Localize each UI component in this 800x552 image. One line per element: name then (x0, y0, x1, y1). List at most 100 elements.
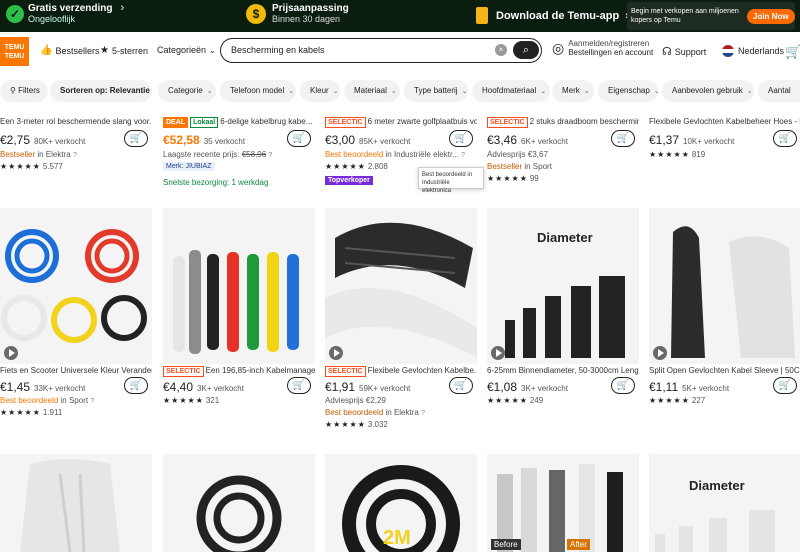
review-count: 5.577 (42, 162, 63, 171)
product-title[interactable]: SELECTIC Flexibele Gevlochten Kabelbe... (325, 366, 477, 377)
main-material-chip[interactable]: Hoofdmateriaal ⌄ (472, 80, 550, 102)
material-chip[interactable]: Materiaal ⌄ (344, 80, 400, 102)
language-selector[interactable]: Nederlands (722, 45, 784, 57)
rank-category: in Industriële elektr... (383, 150, 459, 159)
price-adjust-subtitle: Binnen 30 dagen (272, 14, 341, 24)
product-card[interactable]: SELECTIC2 stuks draadboom bescherming...… (487, 110, 639, 190)
product-title[interactable]: 6-25mm Binnendiameter, 50-3000cm Leng... (487, 366, 639, 375)
temu-logo[interactable]: ТЕМU TEMU (0, 37, 29, 66)
product-image[interactable] (0, 208, 152, 364)
account-signin-label: Aanmelden/registreren (568, 39, 650, 48)
add-to-cart-button[interactable]: 🛒 (449, 130, 473, 147)
product-image[interactable] (649, 208, 800, 364)
product-image[interactable]: Diameter (649, 454, 800, 552)
play-video-icon[interactable] (653, 346, 667, 360)
selectic-badge: SELECTIC (325, 366, 366, 377)
clear-search-icon[interactable]: × (495, 44, 507, 56)
product-image[interactable]: Before After (487, 454, 639, 552)
sold-count: 35 verkocht (203, 137, 246, 146)
info-icon[interactable]: ? (268, 152, 272, 159)
add-to-cart-button[interactable]: 🛒 (124, 130, 148, 147)
product-title[interactable]: DEAL Lokaal 6-delige kabelbrug kabe... (163, 117, 315, 128)
add-to-cart-button[interactable]: 🛒 (124, 377, 148, 394)
rank-label: Bestseller in Elektra ? (0, 150, 77, 159)
product-title[interactable]: SELECTIC 6 meter zwarte golfplaatbuis vo.… (325, 117, 477, 128)
nav-five-stars[interactable]: ★ 5-sterren (100, 45, 148, 56)
phone-model-chip[interactable]: Telefoon model ⌄ (220, 80, 296, 102)
play-video-icon[interactable] (4, 346, 18, 360)
product-title[interactable]: Split Open Gevlochten Kabel Sleeve | 50C… (649, 366, 800, 375)
rank-category: in Sport (522, 162, 552, 171)
search-button[interactable]: ⌕ (513, 41, 539, 59)
product-card[interactable]: DEAL Lokaal 6-delige kabelbrug kabe... €52… (163, 110, 315, 190)
info-icon[interactable]: ? (90, 398, 94, 405)
language-label: Nederlands (738, 46, 785, 56)
add-to-cart-button[interactable]: 🛒 (611, 130, 635, 147)
product-card[interactable]: Split Open Gevlochten Kabel Sleeve | 50C… (649, 208, 800, 428)
brand-chip[interactable]: Merk ⌄ (552, 80, 594, 102)
product-image[interactable] (163, 454, 315, 552)
product-title[interactable]: Fiets en Scooter Universele Kleur Verand… (0, 366, 152, 375)
search-input[interactable]: Bescherming en kabels (231, 45, 325, 55)
account-menu[interactable]: ◎ Aanmelden/registreren Bestellingen en … (552, 39, 653, 57)
after-label: After (567, 539, 590, 550)
play-video-icon[interactable] (329, 346, 343, 360)
product-card[interactable]: Een 3-meter rol beschermende slang voor.… (0, 110, 152, 190)
price-adjust-promo[interactable]: $ Prijsaanpassing Binnen 30 dagen (246, 3, 349, 24)
nav-bestsellers[interactable]: 👍 Bestsellers (40, 45, 99, 56)
sold-count: 33K+ verkocht (34, 384, 86, 393)
add-to-cart-button[interactable]: 🛒 (773, 377, 797, 394)
search-bar[interactable]: Bescherming en kabels × ⌕ (220, 38, 542, 63)
account-orders-label: Bestellingen en account (568, 48, 654, 57)
category-chip[interactable]: Categorie ⌄ (158, 80, 216, 102)
add-to-cart-button[interactable]: 🛒 (611, 377, 635, 394)
phone-icon (476, 7, 488, 24)
product-image[interactable] (0, 454, 152, 552)
product-title-text: Flexibele Gevlochten Kabelbe... (367, 366, 477, 375)
rank-highlight: Best beoordeeld (325, 408, 384, 417)
filters-chip[interactable]: ⚲ Filters (0, 80, 48, 102)
add-to-cart-button[interactable]: 🛒 (773, 130, 797, 147)
product-card[interactable]: SELECTIC Een 196,85-inch Kabelmanage... €… (163, 208, 315, 428)
property-chip[interactable]: Eigenschap ⌄ (598, 80, 658, 102)
add-to-cart-button[interactable]: 🛒 (449, 377, 473, 394)
seller-promo[interactable]: Begin met verkopen aan miljoenen kopers … (627, 2, 795, 30)
diameter-image-label: Diameter (689, 478, 745, 493)
recommended-use-chip[interactable]: Aanbevolen gebruik ⌄ (662, 80, 754, 102)
product-image[interactable] (325, 208, 477, 364)
download-app-label: Download de Temu-app (496, 9, 620, 22)
product-image[interactable]: Diameter (487, 208, 639, 364)
site-header: ТЕМU TEMU 👍 Bestsellers ★ 5-sterren Cate… (0, 32, 800, 70)
battery-type-chip[interactable]: Type batterij ⌄ (404, 80, 468, 102)
info-icon[interactable]: ? (461, 152, 465, 159)
download-app-promo[interactable]: Download de Temu-app › (476, 7, 629, 24)
info-icon[interactable]: ? (73, 152, 77, 159)
support-link[interactable]: ☊ Support (662, 45, 706, 58)
lowest-price-label: Laagste recente prijs: €58,96 ? (163, 150, 272, 159)
sort-chip[interactable]: Sorteren op: Relevantie⌄ (50, 80, 152, 102)
product-title[interactable]: Flexibele Gevlochten Kabelbeheer Hoes - … (649, 117, 800, 126)
product-card[interactable]: SELECTIC Flexibele Gevlochten Kabelbe... … (325, 208, 477, 429)
product-title[interactable]: SELECTIC Een 196,85-inch Kabelmanage... (163, 366, 315, 377)
product-card[interactable]: Flexibele Gevlochten Kabelbeheer Hoes - … (649, 110, 800, 190)
add-to-cart-button[interactable]: 🛒 (287, 130, 311, 147)
rank-category: in Elektra (35, 150, 71, 159)
nav-categories[interactable]: Categorieën ⌄ (157, 45, 219, 55)
free-shipping-promo[interactable]: ✓ Gratis verzending Ongelooflijk › (6, 2, 124, 24)
add-to-cart-button[interactable]: 🛒 (287, 377, 311, 394)
main-material-chip-label: Hoofdmateriaal (482, 86, 537, 95)
chevron-down-icon: ⌄ (209, 45, 216, 55)
user-icon: ◎ (552, 39, 565, 56)
product-card[interactable]: Diameter 6-25mm Binnendiameter, 50-3000c… (487, 208, 639, 428)
quantity-chip[interactable]: Aantal (758, 80, 800, 102)
product-title[interactable]: Een 3-meter rol beschermende slang voor.… (0, 117, 152, 126)
play-video-icon[interactable] (491, 346, 505, 360)
product-image[interactable]: 2M (325, 454, 477, 552)
info-icon[interactable]: ? (421, 410, 425, 417)
product-image[interactable] (163, 208, 315, 364)
join-now-button[interactable]: Join Now (747, 8, 795, 24)
product-card[interactable]: Fiets en Scooter Universele Kleur Verand… (0, 208, 152, 428)
product-title[interactable]: SELECTIC2 stuks draadboom bescherming... (487, 117, 639, 128)
cart-icon[interactable]: 🛒 (785, 44, 800, 60)
color-chip[interactable]: Kleur ⌄ (300, 80, 340, 102)
